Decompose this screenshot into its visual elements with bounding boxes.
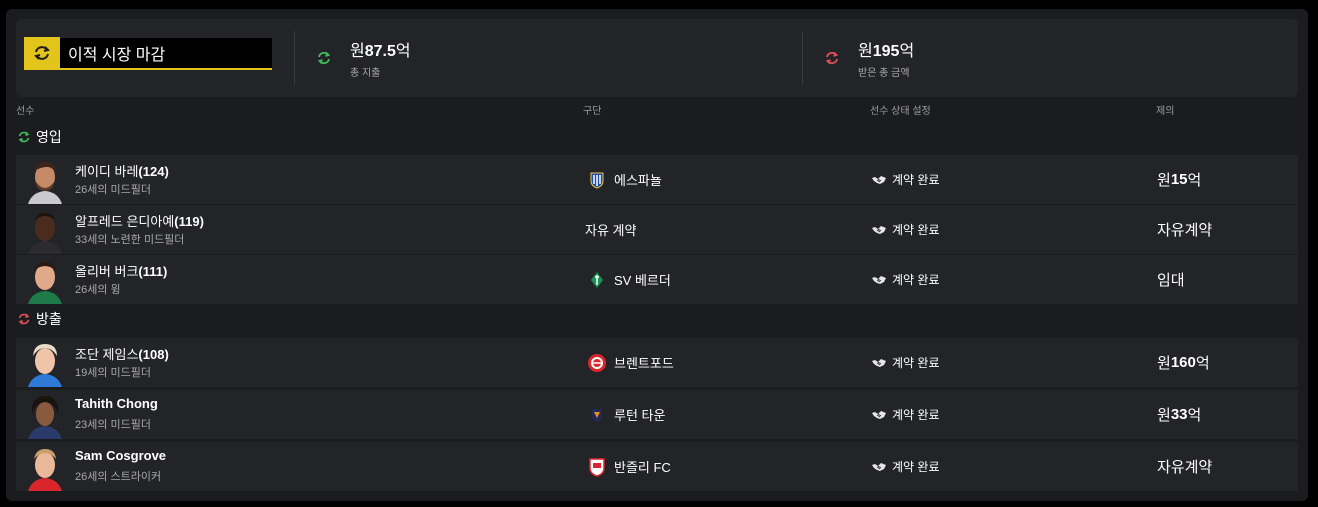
avatar: [24, 445, 66, 491]
club-cell[interactable]: 자유 계약: [585, 205, 636, 254]
player-name[interactable]: 케이디 바레(124): [75, 161, 169, 180]
club-cell[interactable]: 에스파뇰: [586, 155, 662, 204]
received-label: 받은 총 금액: [858, 68, 910, 79]
handshake-icon: [872, 175, 886, 185]
club-name: 브렌트포드: [614, 356, 674, 371]
luton-crest-icon: [586, 404, 608, 426]
status-cell[interactable]: 계약 완료: [872, 255, 940, 304]
espanyol-crest-icon: [586, 169, 608, 191]
handshake-icon: [872, 275, 886, 285]
avatar: [24, 208, 66, 254]
player-name[interactable]: Tahith Chong: [75, 396, 158, 411]
status-text: 계약 완료: [892, 408, 940, 422]
status-cell[interactable]: 계약 완료: [872, 155, 940, 204]
player-description: 26세의 미드필더: [75, 184, 152, 196]
status-text: 계약 완료: [892, 173, 940, 187]
player-name[interactable]: 알프레드 은디아예(119): [75, 211, 204, 230]
handshake-icon: [872, 225, 886, 235]
club-cell[interactable]: SV 베르더: [586, 255, 671, 304]
club-name: SV 베르더: [614, 273, 671, 288]
outgoing-arrows-icon: [16, 311, 32, 327]
club-name: 에스파뇰: [614, 173, 662, 188]
summary-card: 이적 시장 마감 원87.5억 총 지출 원195억 받은 총 금액: [16, 19, 1298, 97]
player-name[interactable]: Sam Cosgrove: [75, 448, 166, 463]
avatar: [24, 258, 66, 304]
table-row[interactable]: Tahith Chong 23세의 미드필더 루턴 타운 계약 완료 원 33 억: [16, 390, 1298, 439]
spent-value: 원87.5억: [350, 43, 411, 60]
transfer-summary-panel: 이적 시장 마감 원87.5억 총 지출 원195억 받은 총 금액 선수 구단…: [6, 9, 1308, 501]
player-name[interactable]: 조단 제임스(108): [75, 344, 169, 363]
status-cell[interactable]: 계약 완료: [872, 442, 940, 491]
club-name: 루턴 타운: [614, 408, 666, 423]
avatar: [24, 158, 66, 204]
offer-cell: 원 160 억: [1157, 354, 1210, 372]
spent-stat: 원87.5억 총 지출: [314, 37, 411, 79]
column-header-offer: 제의: [1156, 106, 1175, 117]
offer-cell: 자유계약: [1157, 222, 1213, 239]
status-cell[interactable]: 계약 완료: [872, 205, 940, 254]
barnsley-crest-icon: [586, 456, 608, 478]
incoming-arrows-icon: [314, 48, 334, 68]
club-name: 반즐리 FC: [614, 460, 671, 475]
player-description: 26세의 스트라이커: [75, 471, 162, 483]
avatar: [24, 393, 66, 439]
incoming-arrows-icon: [16, 129, 32, 145]
table-row[interactable]: Sam Cosgrove 26세의 스트라이커 반즐리 FC 계약 완료 자유계…: [16, 442, 1298, 491]
handshake-icon: [872, 462, 886, 472]
offer-cell: 원 15 억: [1157, 171, 1202, 189]
handshake-icon: [872, 358, 886, 368]
status-cell[interactable]: 계약 완료: [872, 390, 940, 439]
werder-crest-icon: [586, 269, 608, 291]
outgoing-arrows-icon: [822, 48, 842, 68]
player-description: 23세의 미드필더: [75, 419, 152, 431]
brentford-crest-icon: [586, 352, 608, 374]
column-header-status: 선수 상태 설정: [870, 106, 931, 117]
column-header-player: 선수: [16, 106, 35, 117]
status-cell[interactable]: 계약 완료: [872, 338, 940, 387]
spent-label: 총 지출: [350, 68, 381, 79]
player-description: 19세의 미드필더: [75, 367, 152, 379]
avatar: [24, 341, 66, 387]
status-text: 계약 완료: [892, 273, 940, 287]
offer-cell: 자유계약: [1157, 459, 1213, 476]
handshake-icon: [872, 410, 886, 420]
club-name: 자유 계약: [585, 223, 637, 238]
player-description: 26세의 윙: [75, 284, 121, 296]
column-header-club: 구단: [583, 106, 602, 117]
club-cell[interactable]: 루턴 타운: [586, 390, 665, 439]
transfer-arrows-icon: [24, 37, 60, 69]
status-text: 계약 완료: [892, 356, 940, 370]
section-label: 방출: [36, 311, 62, 327]
offer-cell: 임대: [1157, 272, 1185, 289]
page-title: 이적 시장 마감: [68, 47, 166, 64]
player-description: 33세의 노련한 미드필더: [75, 234, 185, 246]
table-row[interactable]: 올리버 버크(111) 26세의 윙 SV 베르더 계약 완료 임대: [16, 255, 1298, 304]
status-text: 계약 완료: [892, 223, 940, 237]
table-row[interactable]: 조단 제임스(108) 19세의 미드필더 브렌트포드 계약 완료 원 160 억: [16, 338, 1298, 387]
club-cell[interactable]: 반즐리 FC: [586, 442, 671, 491]
received-stat: 원195억 받은 총 금액: [822, 37, 914, 79]
club-cell[interactable]: 브렌트포드: [586, 338, 674, 387]
divider: [802, 31, 803, 85]
status-text: 계약 완료: [892, 460, 940, 474]
table-row[interactable]: 케이디 바레(124) 26세의 미드필더 에스파뇰 계약 완료 원 15 억: [16, 155, 1298, 204]
table-row[interactable]: 알프레드 은디아예(119) 33세의 노련한 미드필더 자유 계약 계약 완료…: [16, 205, 1298, 254]
divider: [294, 31, 295, 85]
player-name[interactable]: 올리버 버크(111): [75, 261, 167, 280]
section-outgoing: 방출: [16, 309, 62, 329]
offer-cell: 원 33 억: [1157, 406, 1202, 424]
section-label: 영입: [36, 129, 62, 145]
received-value: 원195억: [858, 43, 915, 60]
title-box: 이적 시장 마감: [24, 37, 272, 70]
section-incoming: 영입: [16, 127, 62, 147]
